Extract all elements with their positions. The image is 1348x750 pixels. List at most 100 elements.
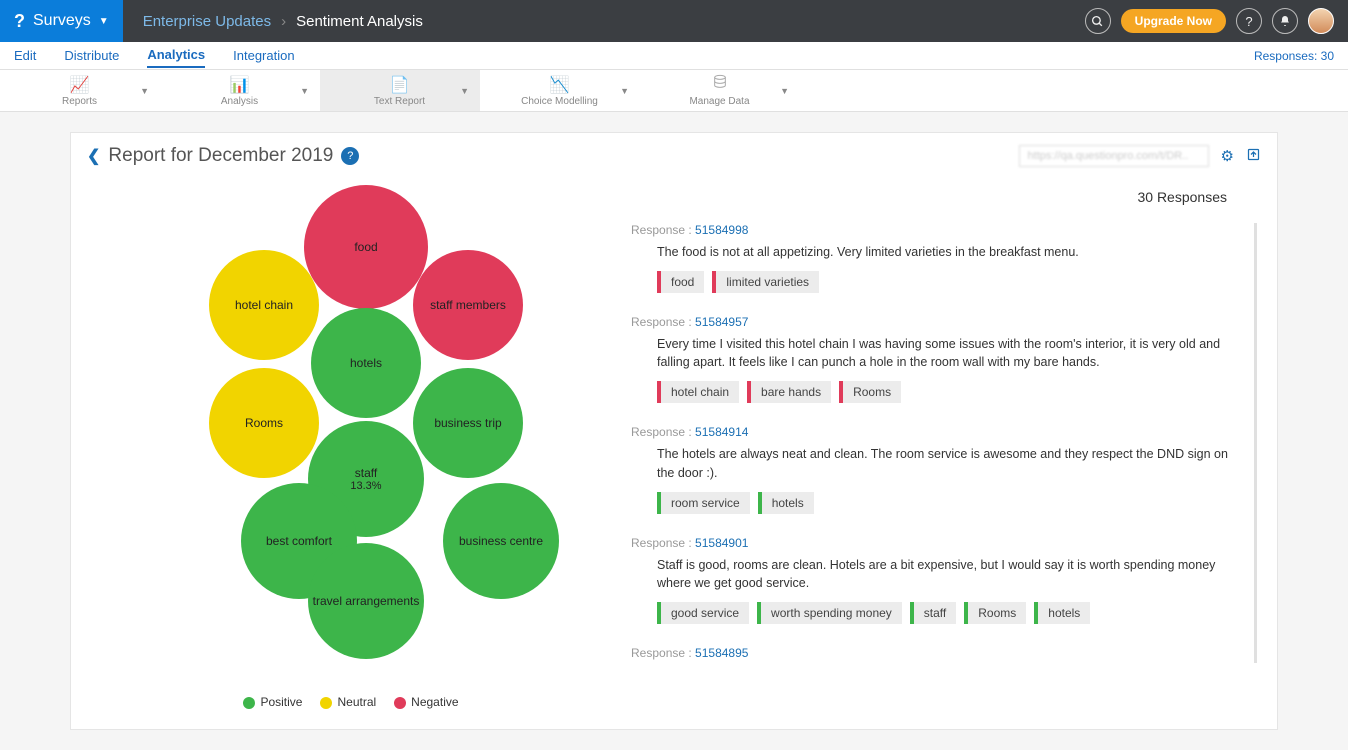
share-url-input[interactable] [1019, 145, 1209, 167]
response-id-link[interactable]: 51584901 [695, 536, 748, 550]
tag-bare-hands[interactable]: bare hands [747, 381, 831, 403]
response-item: Response : 51584998 The food is not at al… [631, 223, 1234, 293]
bubble-label: staff members [430, 298, 506, 312]
nav-analytics[interactable]: Analytics [147, 43, 205, 68]
tag-hotel-chain[interactable]: hotel chain [657, 381, 739, 403]
report-card: ❮ Report for December 2019 ? ⚙ food staff… [70, 132, 1278, 730]
bubble-label: Rooms [245, 416, 283, 430]
bubble-label: food [354, 240, 377, 254]
nav-distribute[interactable]: Distribute [64, 44, 119, 67]
tool-label: Manage Data [689, 96, 749, 107]
bubble-label: hotels [350, 356, 382, 370]
dot-icon [394, 697, 406, 709]
help-icon[interactable]: ? [1236, 8, 1262, 34]
bubble-label: business centre [459, 534, 543, 548]
response-id-link[interactable]: 51584895 [695, 646, 748, 660]
caret-down-icon: ▼ [140, 86, 149, 96]
response-text: Staff is good, rooms are clean. Hotels a… [657, 556, 1234, 592]
bubble-Rooms[interactable]: Rooms [209, 368, 319, 478]
response-tags: good service worth spending money staff Roo… [657, 602, 1234, 624]
response-item: Response : 51584895 [631, 646, 1234, 660]
page: ❮ Report for December 2019 ? ⚙ food staff… [0, 112, 1348, 750]
response-id-link[interactable]: 51584914 [695, 425, 748, 439]
bubble-label: travel arrangements [313, 594, 420, 608]
bubble-hotel-chain[interactable]: hotel chain [209, 250, 319, 360]
card-body: foodstaff membershotel chainhotelsRoomsb… [71, 179, 1277, 729]
brand-label: Surveys [33, 12, 91, 30]
tag-Rooms[interactable]: Rooms [839, 381, 901, 403]
nav-edit[interactable]: Edit [14, 44, 36, 67]
bubble-label: best comfort [266, 534, 332, 548]
response-id-link[interactable]: 51584998 [695, 223, 748, 237]
bubble-business-centre[interactable]: business centre [443, 483, 559, 599]
bell-icon[interactable] [1272, 8, 1298, 34]
tag-hotels[interactable]: hotels [1034, 602, 1090, 624]
breadcrumb-parent[interactable]: Enterprise Updates [143, 13, 271, 30]
upgrade-button[interactable]: Upgrade Now [1121, 9, 1226, 33]
bubble-label: hotel chain [235, 298, 293, 312]
brand-switcher[interactable]: ? Surveys ▼ [0, 0, 123, 42]
response-id-line: Response : 51584914 [631, 425, 1234, 439]
chart-line-icon: 📈 [70, 75, 90, 95]
tool-text-report[interactable]: 📄 Text Report ▼ [320, 70, 480, 111]
tool-analysis[interactable]: 📊 Analysis ▼ [160, 70, 320, 111]
bubble-staff-members[interactable]: staff members [413, 250, 523, 360]
card-header: ❮ Report for December 2019 ? ⚙ [71, 133, 1277, 179]
tag-limited-varieties[interactable]: limited varieties [712, 271, 819, 293]
bubble-travel-arrangements[interactable]: travel arrangements [308, 543, 424, 659]
text-report-icon: 📄 [390, 75, 410, 95]
analysis-icon: 📊 [230, 75, 250, 95]
tag-Rooms[interactable]: Rooms [964, 602, 1026, 624]
response-item: Response : 51584901Staff is good, rooms … [631, 536, 1234, 624]
response-text: Every time I visited this hotel chain I … [657, 335, 1234, 371]
tag-staff[interactable]: staff [910, 602, 956, 624]
bubble-food[interactable]: food [304, 185, 428, 309]
chevron-right-icon: › [281, 13, 286, 30]
caret-down-icon: ▼ [300, 86, 309, 96]
responses-panel: 30 Responses Response : 51584998The food… [631, 189, 1257, 709]
back-button[interactable]: ❮ [87, 146, 100, 166]
response-id-line: Response : 51584957 [631, 315, 1234, 329]
caret-down-icon: ▼ [460, 86, 469, 96]
search-icon[interactable] [1085, 8, 1111, 34]
legend: Positive Neutral Negative [91, 695, 611, 709]
topbar-right: Upgrade Now ? [1085, 8, 1348, 34]
gear-icon[interactable]: ⚙ [1221, 147, 1234, 165]
response-id-line: Response : 51584998 [631, 223, 1234, 237]
response-tags: food limited varieties [657, 271, 1234, 293]
bubble-label: staff [355, 466, 377, 480]
response-count-label: Responses: 30 [1254, 49, 1334, 63]
response-item: Response : 51584914The hotels are always… [631, 425, 1234, 513]
help-tooltip-icon[interactable]: ? [341, 147, 359, 165]
tag-room-service[interactable]: room service [657, 492, 750, 514]
bubble-label: business trip [434, 416, 501, 430]
caret-down-icon: ▼ [780, 86, 789, 96]
tag-good-service[interactable]: good service [657, 602, 749, 624]
response-text: The food is not at all appetizing. Very … [657, 243, 1234, 261]
response-id-link[interactable]: 51584957 [695, 315, 748, 329]
tool-manage-data[interactable]: Manage Data ▼ [640, 70, 800, 111]
bubble-subtitle: 13.3% [350, 480, 381, 492]
export-icon[interactable] [1246, 147, 1261, 166]
nav-integration[interactable]: Integration [233, 44, 294, 67]
responses-scroll[interactable]: Response : 51584998 The food is not at al… [631, 223, 1257, 663]
response-item: Response : 51584957 Every time I visited … [631, 315, 1234, 403]
breadcrumb-current: Sentiment Analysis [296, 13, 423, 30]
database-icon [712, 74, 728, 95]
tag-worth-spending-money[interactable]: worth spending money [757, 602, 902, 624]
tool-label: Reports [62, 96, 97, 107]
legend-negative: Negative [394, 695, 458, 709]
response-tags: room service hotels [657, 492, 1234, 514]
bubble-chart-panel: food staff members hotel chain hotels Rooms b… [91, 189, 611, 709]
breadcrumb: Enterprise Updates › Sentiment Analysis [123, 13, 423, 30]
tool-label: Choice Modelling [521, 96, 598, 107]
report-title: Report for December 2019 [108, 145, 333, 167]
response-id-line: Response : 51584895 [631, 646, 1234, 660]
tag-hotels[interactable]: hotels [758, 492, 814, 514]
bubble-business-trip[interactable]: business trip [413, 368, 523, 478]
avatar[interactable] [1308, 8, 1334, 34]
bubble-hotels[interactable]: hotels [311, 308, 421, 418]
tag-food[interactable]: food [657, 271, 704, 293]
tool-choice-modelling[interactable]: 📉 Choice Modelling ▼ [480, 70, 640, 111]
tool-reports[interactable]: 📈 Reports ▼ [0, 70, 160, 111]
